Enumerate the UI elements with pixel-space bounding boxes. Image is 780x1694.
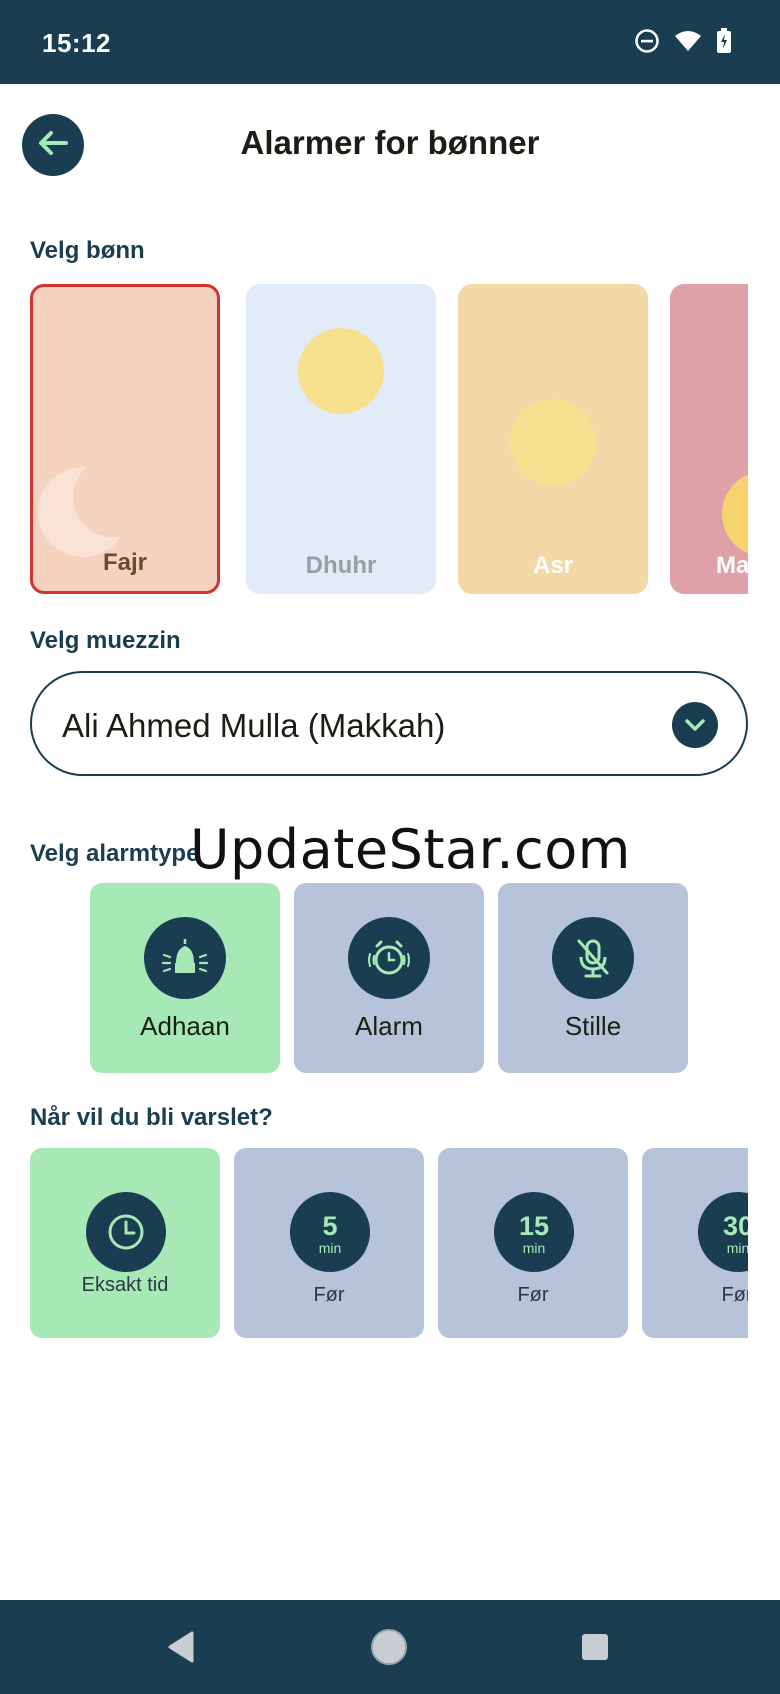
alarm-option-adhaan[interactable]: Adhaan	[90, 883, 280, 1073]
status-icons	[634, 28, 732, 54]
prayer-label-dhuhr: Dhuhr	[305, 552, 377, 579]
chevron-down-icon[interactable]	[672, 702, 718, 748]
timing-option-label: Før	[721, 1284, 748, 1306]
wifi-icon	[674, 29, 702, 53]
sun-icon	[298, 328, 384, 414]
minutes-number: 15	[518, 1210, 550, 1241]
alarm-option-alarm[interactable]: Alarm	[294, 883, 484, 1073]
prayer-label-maghrib: Ma	[716, 552, 748, 579]
muezzin-dropdown[interactable]: Ali Ahmed Mulla (Makkah)	[30, 671, 748, 776]
prayer-label-asr: Asr	[532, 552, 574, 579]
status-bar: 15:12	[0, 0, 780, 84]
timing-option-30min[interactable]: 30 min Før	[642, 1148, 748, 1338]
muezzin-section-label: Velg muezzin	[30, 627, 181, 654]
watermark-text: UpdateStar.com	[190, 818, 631, 881]
mic-off-icon	[552, 917, 634, 999]
back-triangle-icon[interactable]	[158, 1624, 204, 1670]
clock-icon	[86, 1192, 166, 1272]
timing-section-label: Når vil du bli varslet?	[30, 1104, 273, 1131]
app-header: Alarmer for bønner	[0, 84, 780, 202]
battery-charging-icon	[716, 28, 732, 54]
prayer-label-fajr: Fajr	[102, 549, 147, 576]
muezzin-selected-value: Ali Ahmed Mulla (Makkah)	[62, 707, 446, 744]
alarm-option-label: Stille	[564, 1011, 622, 1041]
system-nav-bar	[0, 1600, 780, 1694]
alarm-clock-icon	[348, 917, 430, 999]
timing-option-label: Før	[517, 1284, 549, 1306]
minutes-unit: min	[522, 1239, 546, 1256]
alarm-option-label: Alarm	[355, 1011, 423, 1041]
do-not-disturb-icon	[634, 28, 660, 54]
timing-option-exact[interactable]: Eksakt tid	[30, 1148, 220, 1338]
prayer-card-asr[interactable]: Asr	[458, 284, 648, 594]
timing-option-15min[interactable]: 15 min Før	[438, 1148, 628, 1338]
prayer-card-maghrib[interactable]: Ma	[670, 284, 748, 594]
mosque-dome-icon	[144, 917, 226, 999]
prayer-section-label: Velg bønn	[30, 237, 145, 264]
status-time: 15:12	[42, 28, 111, 58]
minutes-unit: min	[318, 1239, 342, 1256]
alarm-type-section-label: Velg alarmtype	[30, 840, 200, 867]
prayer-carousel[interactable]: Fajr Dhuhr Asr Ma	[30, 284, 748, 594]
prayer-card-dhuhr[interactable]: Dhuhr	[246, 284, 436, 594]
minutes-unit: min	[726, 1239, 748, 1256]
alarm-option-label: Adhaan	[140, 1011, 230, 1041]
page-title: Alarmer for bønner	[240, 124, 540, 161]
sun-icon	[510, 399, 596, 485]
timing-option-label: Før	[313, 1284, 345, 1306]
alarm-option-silent[interactable]: Stille	[498, 883, 688, 1073]
timing-carousel[interactable]: Eksakt tid 5 min Før 15 min Før 30 min F…	[30, 1148, 748, 1338]
prayer-card-fajr[interactable]: Fajr	[30, 284, 220, 594]
recents-square-icon[interactable]	[572, 1624, 618, 1670]
minutes-badge: 5 min	[290, 1192, 370, 1272]
minutes-number: 5	[322, 1210, 338, 1241]
home-circle-icon[interactable]	[366, 1624, 412, 1670]
minutes-badge: 15 min	[494, 1192, 574, 1272]
timing-option-5min[interactable]: 5 min Før	[234, 1148, 424, 1338]
minutes-badge: 30 min	[698, 1192, 748, 1272]
timing-option-label: Eksakt tid	[81, 1274, 169, 1296]
crescent-moon-icon	[38, 467, 128, 557]
minutes-number: 30	[722, 1210, 748, 1241]
setting-sun-icon	[722, 474, 748, 554]
